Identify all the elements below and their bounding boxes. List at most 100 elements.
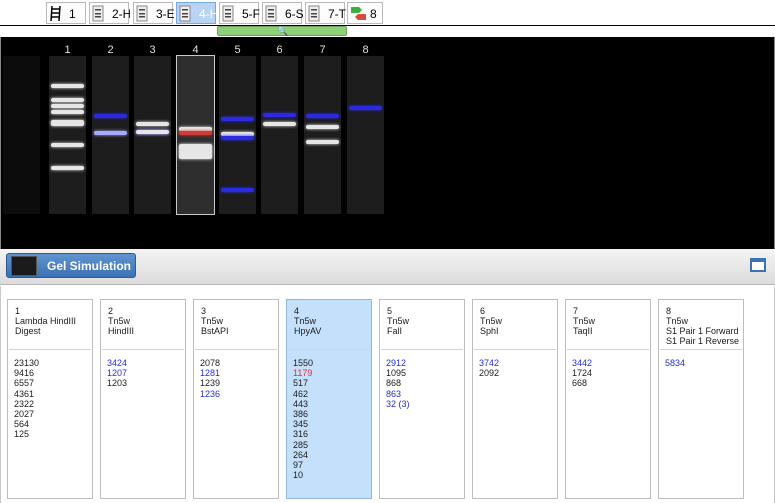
lane-card-descriptor: S1 Pair 1 Reverse [666,336,740,346]
fragment-size: 3424 [107,358,128,368]
gel-band [306,114,339,119]
lane-card-header: 1 Lambda HindIII Digest [9,300,91,350]
fragment-size-list: 2912 1095 868 863 32 (3) [380,350,464,409]
fragment-size: 6557 [14,378,35,389]
lane-card-5[interactable]: 5 Tn5w FalI 2912 1095 868 863 32 (3) [379,299,465,499]
lane-number: 7 [319,44,326,56]
lane-card-number: 7 [573,306,579,316]
tab-lane-3[interactable]: 3-E [133,2,174,24]
fragment-size-list: 3424 1207 1203 [101,350,185,389]
gel-lane-4[interactable] [176,55,215,215]
gel-band [136,130,169,135]
fragment-size: 1724 [572,368,593,379]
tab-label: 2-H [112,7,130,21]
fragment-size: 1203 [107,378,128,389]
lane-number: 8 [362,44,369,56]
tab-label: 3-E [156,7,174,21]
lane-number: 4 [192,44,199,56]
zoom-slider-handle[interactable]: 🔍 [217,26,347,36]
fragment-size: 1550 [293,358,314,368]
fragment-size: 4361 [14,388,35,399]
tab-lane-6[interactable]: 6-S [262,2,303,24]
lane-card-descriptor: Tn5w [108,316,131,326]
fragment-size: 668 [572,378,588,389]
gel-band [136,122,169,127]
tab-lane-4[interactable]: 4-H [176,2,217,24]
gel-band [94,130,127,135]
fragment-size: 97 [293,460,304,471]
gel-lane-3[interactable] [134,56,171,214]
fragment-size: 564 [14,419,30,430]
gel-lane-2[interactable] [92,56,129,214]
gel-band [51,98,84,103]
fragment-size: 125 [14,429,30,440]
lane-card-descriptor: Tn5w [666,316,689,326]
gel-band [306,124,339,129]
fragment-size-list: 3442 1724 668 [566,350,650,389]
fragment-size-list: 1550 1179 517 462 443 386 345 316 285 264 97 10 [287,350,371,480]
lane-card-1[interactable]: 1 Lambda HindIII Digest 23130 9416 6557 4361 23… [7,299,93,499]
gel-icon [11,256,37,276]
fragment-size: 316 [293,429,309,440]
fragment-size: 3442 [572,358,593,368]
tab-lane-5[interactable]: 5-F [219,2,260,24]
lane-card-descriptor: Tn5w [387,316,410,326]
fragment-size: 5834 [665,358,686,368]
gel-lane-1[interactable] [49,56,86,214]
tab-label: 6-S [285,7,303,21]
window-icon[interactable] [750,258,766,272]
lane-card-header: 8 Tn5w S1 Pair 1 Forward S1 Pair 1 Reverse [660,300,742,350]
lane-card-descriptor: TaqII [573,326,593,336]
primer-pair-icon [350,5,368,22]
lane-card-header: 2 Tn5w HindIII [102,300,184,350]
lane-card-2[interactable]: 2 Tn5w HindIII 3424 1207 1203 [100,299,186,499]
fragment-size: 3742 [479,358,500,368]
simulation-toolbar: Gel Simulation [0,249,775,285]
lane-card-6[interactable]: 6 Tn5w SphI 3742 2092 [472,299,558,499]
tab-lane-7[interactable]: 7-T [305,2,346,24]
fragment-size-list: 5834 [659,350,743,368]
lane-card-number: 3 [201,306,207,316]
gel-band [263,112,296,117]
gel-band [51,110,84,115]
fragment-size: 1207 [107,368,128,379]
lane-card-header: 5 Tn5w FalI [381,300,463,350]
tab-lane-1[interactable]: 1 [46,2,86,24]
tab-lane-2[interactable]: 2-H [89,2,130,24]
lane-card-descriptor: HindIII [108,326,135,336]
lane-card-4[interactable]: 4 Tn5w HpyAV 1550 1179 517 462 443 386 345 316 285 2… [286,299,372,499]
fragment-size: 863 [386,388,402,399]
gel-band [221,187,254,192]
gel-band [51,142,84,147]
lane-card-descriptor: HpyAV [294,326,322,336]
lane-card-3[interactable]: 3 Tn5w BstAPI 2078 1281 1239 1236 [193,299,279,499]
fragment-size: 345 [293,419,309,430]
fragment-size: 2027 [14,409,35,420]
gel-lane-5[interactable] [219,56,256,214]
lane-card-number: 4 [294,306,300,316]
lane-card-header: 6 Tn5w SphI [474,300,556,350]
fragment-size-list: 2078 1281 1239 1236 [194,350,278,399]
gel-lane-8[interactable] [347,56,384,214]
gel-band [263,121,296,126]
lane-card-8[interactable]: 8 Tn5w S1 Pair 1 Forward S1 Pair 1 Reverse 5… [658,299,744,499]
tab-label: 7-T [328,7,346,21]
lane-card-descriptor: BstAPI [201,326,229,336]
gel-app: 12-H3-E4-H5-F6-S7-T8 🔍 50000—7000—4000—2… [0,0,775,503]
lane-number: 2 [107,44,114,56]
gel-simulation-button[interactable]: Gel Simulation [6,253,136,278]
ladder-icon [49,5,63,22]
lane-card-number: 8 [666,306,672,316]
lane-card-7[interactable]: 7 Tn5w TaqII 3442 1724 668 [565,299,651,499]
tab-label: 5-F [242,7,260,21]
fragment-size: 264 [293,449,309,460]
fragment-size: 2078 [200,358,221,368]
tab-label: 4-H [199,7,217,21]
gel-view[interactable]: 50000—7000—4000—2500—1500—1000—600—300—1… [0,37,775,249]
lane-number: 5 [234,44,241,56]
tab-lane-8[interactable]: 8 [347,2,383,24]
gel-band [221,135,254,140]
gel-lane-6[interactable] [261,56,298,214]
tab-label: 8 [370,7,377,21]
gel-lane-7[interactable] [304,56,341,214]
